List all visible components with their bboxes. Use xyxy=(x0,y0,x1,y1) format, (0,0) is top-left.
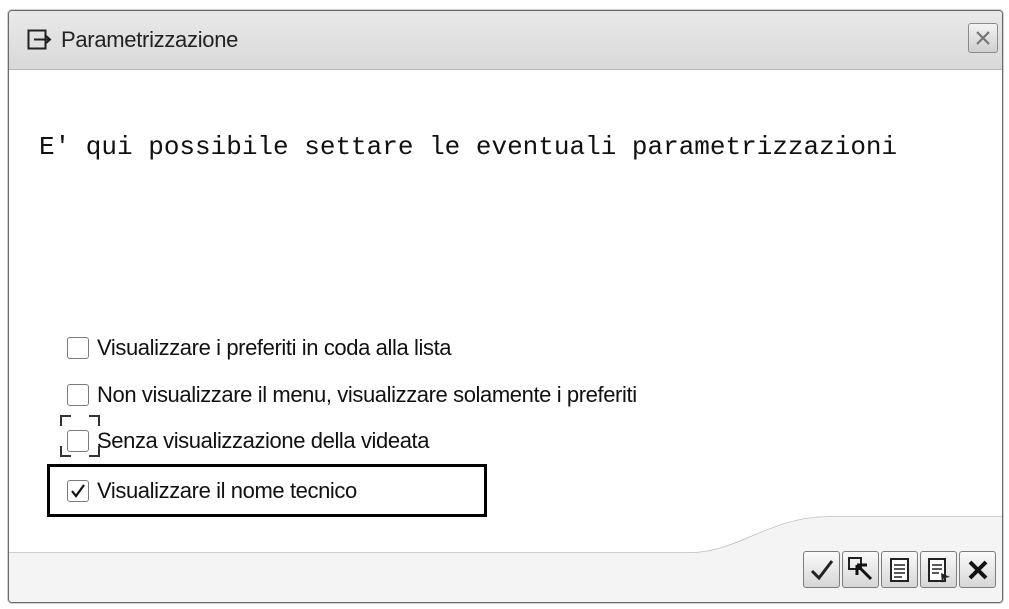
option-only-favorites[interactable]: Non visualizzare il menu, visualizzare s… xyxy=(67,379,637,411)
check-icon xyxy=(810,560,834,581)
checkbox[interactable] xyxy=(67,384,89,406)
close-button[interactable] xyxy=(968,23,998,53)
cancel-button[interactable] xyxy=(959,551,996,588)
window-icon xyxy=(27,29,53,51)
option-label: Visualizzare i preferiti in coda alla li… xyxy=(97,335,452,360)
option-favorites-at-end[interactable]: Visualizzare i preferiti in coda alla li… xyxy=(67,332,452,364)
confirm-button[interactable] xyxy=(803,551,840,588)
option-no-screen-display[interactable]: Senza visualizzazione della videata xyxy=(67,425,430,457)
option-label: Non visualizzare il menu, visualizzare s… xyxy=(97,382,637,407)
close-icon xyxy=(976,31,990,45)
cancel-icon xyxy=(968,560,988,580)
highlight-annotation xyxy=(47,464,487,517)
select-button[interactable] xyxy=(842,551,879,588)
info-message: E' qui possibile settare le eventuali pa… xyxy=(39,132,898,162)
dialog-toolbar xyxy=(803,551,996,588)
option-label: Senza visualizzazione della videata xyxy=(97,428,430,453)
parameter-dialog: Parametrizzazione E' qui possibile setta… xyxy=(8,10,1003,603)
checkbox[interactable] xyxy=(67,337,89,359)
window-title: Parametrizzazione xyxy=(61,27,239,52)
document-icon xyxy=(890,558,909,582)
document-arrow-icon xyxy=(928,558,950,583)
select-arrow-icon xyxy=(848,557,873,581)
document-button[interactable] xyxy=(881,551,918,588)
title-bar[interactable]: Parametrizzazione xyxy=(9,11,1002,70)
document-arrow-button[interactable] xyxy=(920,551,957,588)
checkbox[interactable] xyxy=(67,430,89,452)
